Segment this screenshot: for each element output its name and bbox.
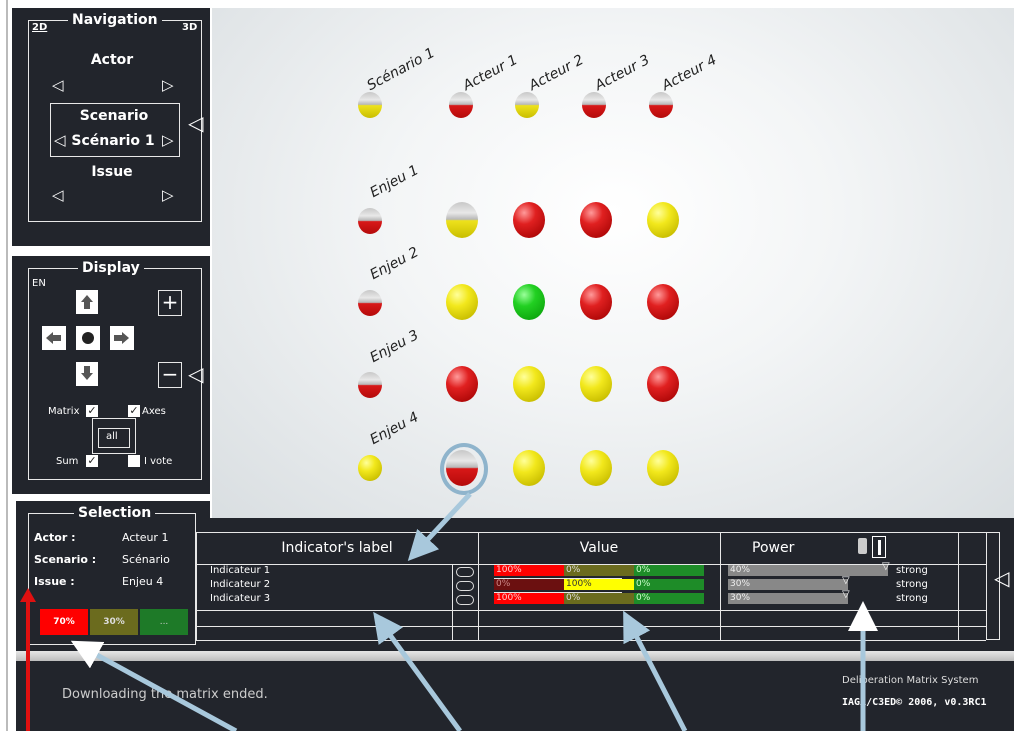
callout-arrow-summary	[70, 640, 238, 731]
callout-arrow-label	[373, 611, 463, 731]
callout-arrow-value	[623, 610, 688, 731]
callout-arrow-selected-cell	[407, 492, 472, 561]
callout-arrows	[70, 492, 878, 731]
